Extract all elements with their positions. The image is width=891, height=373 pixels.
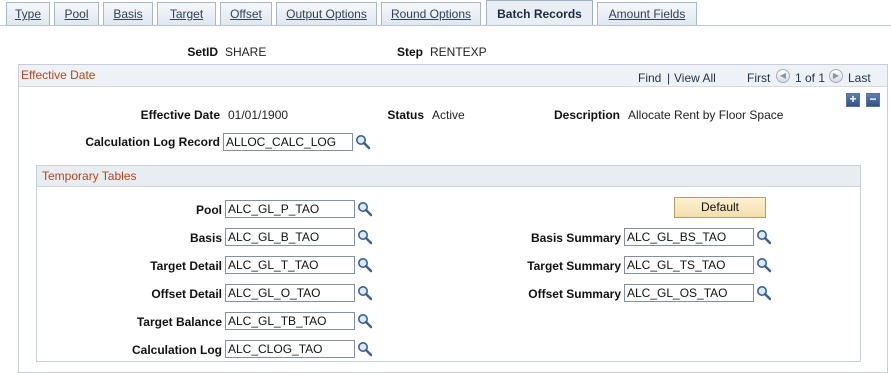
offset-summary-label: Offset Summary xyxy=(528,287,621,301)
tab-label: Batch Records xyxy=(497,7,582,21)
next-arrow-icon[interactable]: ▶ xyxy=(829,69,843,83)
basis-input[interactable] xyxy=(225,228,355,246)
target-detail-input[interactable] xyxy=(225,256,355,274)
tab-label: Round Options xyxy=(390,7,472,21)
pool-input[interactable] xyxy=(225,200,355,218)
offset-summary-input[interactable] xyxy=(624,284,754,302)
status-value: Active xyxy=(432,108,465,122)
step-label: Step xyxy=(396,45,423,59)
target-summary-input[interactable] xyxy=(624,256,754,274)
add-row-icon[interactable]: + xyxy=(846,93,860,107)
effective-date-value: 01/01/1900 xyxy=(228,108,289,122)
tab-label: Pool xyxy=(64,7,89,21)
tab-offset[interactable]: Offset xyxy=(220,2,272,26)
lookup-icon[interactable] xyxy=(756,229,772,245)
tab-label: Target xyxy=(169,7,204,21)
target-balance-input[interactable] xyxy=(225,312,355,330)
lookup-icon[interactable] xyxy=(357,285,373,301)
description-label: Description xyxy=(553,108,620,122)
last-label: Last xyxy=(848,71,871,85)
first-label: First xyxy=(747,71,771,85)
lookup-icon[interactable] xyxy=(357,341,373,357)
effective-date-title: Effective Date xyxy=(21,68,96,82)
default-button[interactable]: Default xyxy=(674,197,766,218)
target-summary-label: Target Summary xyxy=(527,259,621,273)
temporary-tables-title: Temporary Tables xyxy=(42,169,137,183)
setid-label: SetID xyxy=(187,45,218,59)
tab-bar: Type Pool Basis Target Offset Output Opt… xyxy=(0,0,891,26)
lookup-icon[interactable] xyxy=(756,285,772,301)
delete-row-icon[interactable]: − xyxy=(866,93,880,107)
offset-detail-input[interactable] xyxy=(225,284,355,302)
tab-output-options[interactable]: Output Options xyxy=(276,2,377,26)
tab-label: Basis xyxy=(113,7,143,21)
tab-label: Amount Fields xyxy=(608,7,686,21)
lookup-icon[interactable] xyxy=(357,229,373,245)
pool-label: Pool xyxy=(196,203,222,217)
calc-log-record-input[interactable] xyxy=(223,133,353,151)
tab-target[interactable]: Target xyxy=(157,2,216,26)
tab-type[interactable]: Type xyxy=(6,2,50,26)
basis-label: Basis xyxy=(189,231,222,245)
calc-log-record-label: Calculation Log Record xyxy=(85,135,220,149)
basis-summary-input[interactable] xyxy=(624,228,754,246)
tab-batch-records[interactable]: Batch Records xyxy=(486,0,593,26)
step-value: RENTEXP xyxy=(430,45,487,59)
tab-label: Output Options xyxy=(286,7,367,21)
view-all-link[interactable]: View All xyxy=(674,71,716,85)
target-balance-label: Target Balance xyxy=(136,315,222,329)
description-value: Allocate Rent by Floor Space xyxy=(628,108,784,122)
tab-divider xyxy=(0,25,891,26)
setid-value: SHARE xyxy=(225,45,267,59)
temporary-tables-header xyxy=(37,166,860,187)
lookup-icon[interactable] xyxy=(357,201,373,217)
calc-log-input[interactable] xyxy=(225,340,355,358)
status-label: Status xyxy=(387,108,424,122)
effective-date-label: Effective Date xyxy=(140,108,220,122)
lookup-icon[interactable] xyxy=(357,257,373,273)
offset-detail-label: Offset Detail xyxy=(151,287,222,301)
tab-pool[interactable]: Pool xyxy=(54,2,99,26)
find-link[interactable]: Find xyxy=(638,71,661,85)
tab-amount-fields[interactable]: Amount Fields xyxy=(597,2,697,26)
calc-log-label: Calculation Log xyxy=(132,343,222,357)
tab-round-options[interactable]: Round Options xyxy=(381,2,481,26)
tab-label: Offset xyxy=(230,7,262,21)
row-range: 1 of 1 xyxy=(795,71,826,85)
tab-basis[interactable]: Basis xyxy=(103,2,153,26)
lookup-icon[interactable] xyxy=(756,257,772,273)
lookup-icon[interactable] xyxy=(355,134,371,150)
basis-summary-label: Basis Summary xyxy=(530,231,621,245)
lookup-icon[interactable] xyxy=(357,313,373,329)
tab-label: Type xyxy=(14,7,41,21)
nav-separator: | xyxy=(667,71,671,85)
previous-arrow-icon[interactable]: ◀ xyxy=(776,69,790,83)
target-detail-label: Target Detail xyxy=(150,259,222,273)
